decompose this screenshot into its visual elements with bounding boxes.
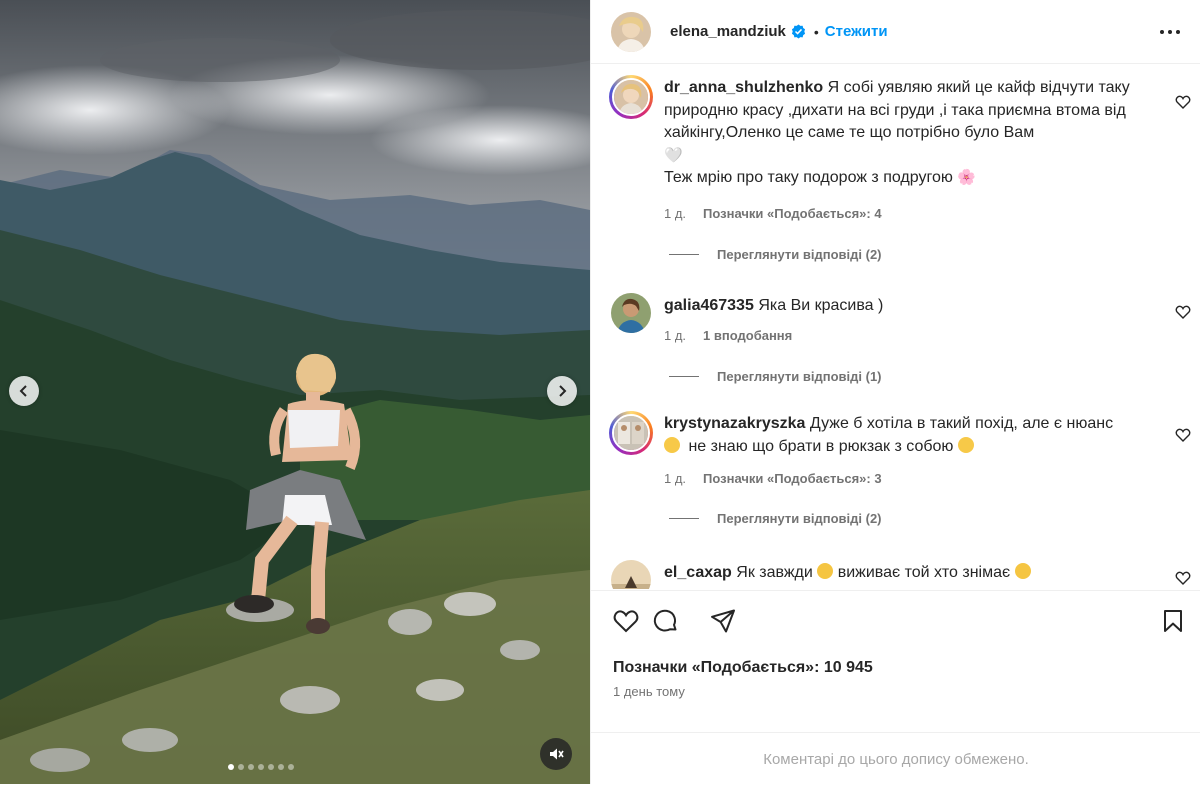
follow-button[interactable]: Стежити <box>825 23 888 40</box>
commenter-avatar[interactable] <box>611 560 651 589</box>
story-ring <box>609 411 653 455</box>
comment-likes-count[interactable]: Позначки «Подобається»: 3 <box>703 471 882 486</box>
carousel-dot <box>258 764 264 770</box>
more-horizontal-icon <box>1160 30 1180 34</box>
replies-divider <box>669 518 699 519</box>
comment-time[interactable]: 1 д. <box>664 328 686 343</box>
view-replies-label: Переглянути відповіді (1) <box>717 369 882 384</box>
comment-username[interactable]: galia467335 <box>664 297 754 314</box>
comment-body: Яка Ви красива ) <box>758 297 884 314</box>
flower-emoji: 🌸 <box>957 169 976 186</box>
comment-text: krystynazakryszka Дуже б хотіла в такий … <box>664 413 1142 458</box>
comment-likes-count[interactable]: Позначки «Подобається»: 4 <box>703 206 882 221</box>
comment-item: el_сахар Як завжди виживає той хто зніма… <box>611 560 1191 589</box>
post-side-panel: elena_mandziuk • Стежити dr_anna_shulzhe… <box>590 0 1200 784</box>
comment-likes-count[interactable]: 1 вподобання <box>703 328 792 343</box>
comment-text: dr_anna_shulzhenko Я собі уявляю який це… <box>664 77 1142 190</box>
paper-plane-icon[interactable] <box>709 607 737 635</box>
post-likes-count[interactable]: Позначки «Подобається»: 10 945 <box>613 659 873 677</box>
comment-body: Дуже б хотіла в такий похід, але є нюанс <box>809 415 1114 432</box>
grimace-emoji <box>664 436 680 453</box>
comment-text: galia467335 Яка Ви красива ) <box>664 295 1142 318</box>
comment-text: el_сахар Як завжди виживає той хто зніма… <box>664 562 1142 585</box>
comment-like-heart-icon[interactable] <box>1175 94 1191 110</box>
verified-badge-icon <box>791 24 805 39</box>
comment-meta: 1 д. Позначки «Подобається»: 3 <box>664 471 882 486</box>
post-dialog: elena_mandziuk • Стежити dr_anna_shulzhe… <box>0 0 1200 784</box>
comments-list[interactable]: dr_anna_shulzhenko Я собі уявляю який це… <box>591 65 1200 589</box>
post-date[interactable]: 1 день тому <box>613 684 685 699</box>
carousel-dot <box>248 764 254 770</box>
commenter-avatar[interactable] <box>612 78 650 116</box>
comment-body-line-2: Теж мрію про таку подорож з подругою <box>664 169 953 186</box>
carousel-dot <box>278 764 284 770</box>
comment-body-cont: виживає той хто знімає <box>837 564 1011 581</box>
comment-body: Як завжди <box>736 564 813 581</box>
white-heart-emoji: 🤍 <box>664 146 683 164</box>
comment-time[interactable]: 1 д. <box>664 471 686 486</box>
carousel-dot <box>288 764 294 770</box>
raising-hands-emoji <box>817 563 834 579</box>
comment-meta: 1 д. Позначки «Подобається»: 4 <box>664 206 882 221</box>
laughing-emoji <box>1014 563 1031 579</box>
header-separator: • <box>813 23 819 40</box>
carousel-dots <box>228 764 294 770</box>
carousel-next-button[interactable] <box>547 376 577 406</box>
bookmark-icon[interactable] <box>1159 607 1187 635</box>
story-ring <box>609 75 653 119</box>
author-avatar[interactable] <box>611 11 651 52</box>
view-replies-button[interactable]: Переглянути відповіді (2) <box>669 247 882 262</box>
carousel-dot <box>238 764 244 770</box>
comment-like-heart-icon[interactable] <box>1175 304 1191 320</box>
post-photo <box>0 0 590 784</box>
view-replies-label: Переглянути відповіді (2) <box>717 511 882 526</box>
post-actions: Позначки «Подобається»: 10 945 1 день то… <box>591 590 1200 784</box>
comment-username[interactable]: krystynazakryszka <box>664 415 805 432</box>
carousel-prev-button[interactable] <box>9 376 39 406</box>
comments-limited-notice: Коментарі до цього допису обмежено. <box>591 732 1200 785</box>
comment-username[interactable]: el_сахар <box>664 564 732 581</box>
comment-body-line-2: не знаю що брати в рюкзак з собою <box>688 437 954 455</box>
speaker-muted-icon <box>550 748 564 760</box>
carousel-dot <box>268 764 274 770</box>
mute-toggle-button[interactable] <box>540 738 572 770</box>
view-replies-label: Переглянути відповіді (2) <box>717 247 882 262</box>
heart-icon[interactable] <box>612 607 640 635</box>
comment-time[interactable]: 1 д. <box>664 206 686 221</box>
replies-divider <box>669 376 699 377</box>
more-options-button[interactable] <box>1159 22 1181 42</box>
chevron-left-icon <box>19 385 27 397</box>
view-replies-button[interactable]: Переглянути відповіді (2) <box>669 511 882 526</box>
replies-divider <box>669 254 699 255</box>
carousel-dot <box>228 764 234 770</box>
comment-item: dr_anna_shulzhenko Я собі уявляю який це… <box>609 75 1191 267</box>
commenter-avatar[interactable] <box>612 414 650 452</box>
comment-meta: 1 д. 1 вподобання <box>664 328 792 343</box>
post-media[interactable] <box>0 0 590 784</box>
comment-item: galia467335 Яка Ви красива ) 1 д. 1 впод… <box>611 293 1191 393</box>
comment-item: krystynazakryszka Дуже б хотіла в такий … <box>609 411 1191 533</box>
comment-username[interactable]: dr_anna_shulzhenko <box>664 79 823 96</box>
author-username[interactable]: elena_mandziuk <box>670 23 786 40</box>
comment-like-heart-icon[interactable] <box>1175 570 1191 586</box>
pleading-emoji <box>957 436 974 453</box>
chevron-right-icon <box>559 385 567 397</box>
comment-like-heart-icon[interactable] <box>1175 427 1191 443</box>
commenter-avatar[interactable] <box>611 293 651 333</box>
view-replies-button[interactable]: Переглянути відповіді (1) <box>669 369 882 384</box>
comment-icon[interactable] <box>651 607 679 635</box>
post-header: elena_mandziuk • Стежити <box>591 0 1200 64</box>
